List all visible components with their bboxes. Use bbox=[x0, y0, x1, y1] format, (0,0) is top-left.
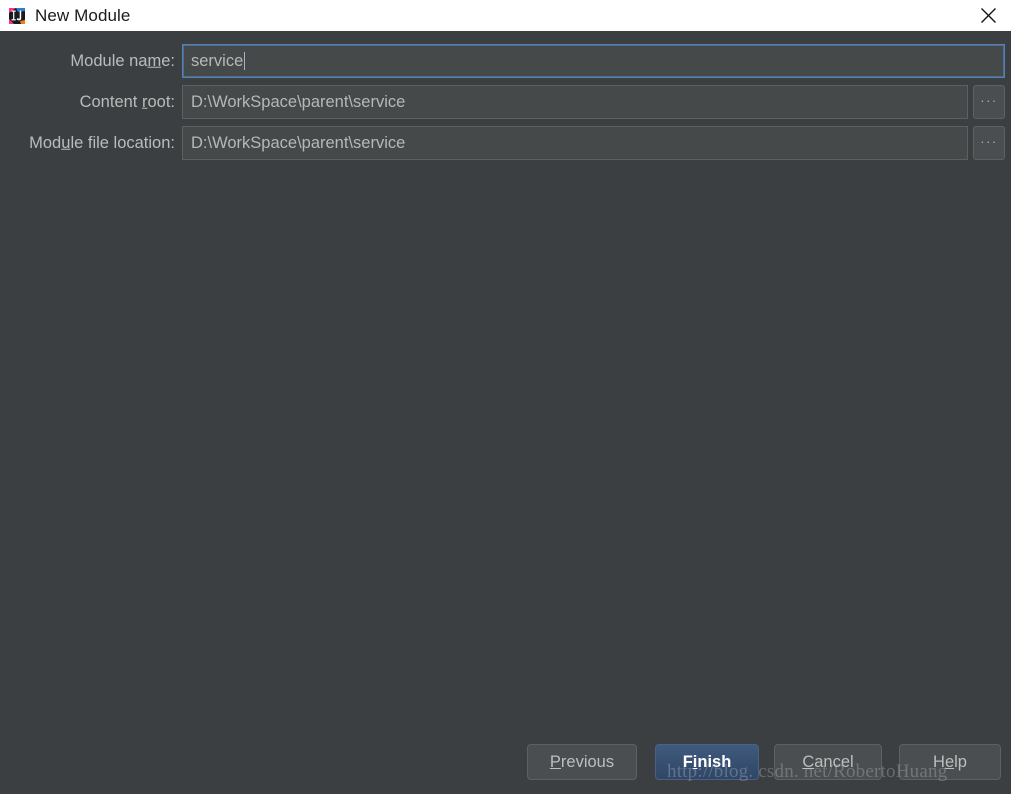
ellipsis-icon: ··· bbox=[980, 93, 998, 108]
module-name-label-wrap: Module name: bbox=[0, 44, 182, 78]
content-root-label: Content root: bbox=[79, 92, 175, 111]
module-file-location-input[interactable]: D:\WorkSpace\parent\service bbox=[182, 126, 968, 160]
new-module-dialog: New Module Module name: service Content … bbox=[0, 0, 1011, 794]
form-row-module-name: Module name: service bbox=[0, 44, 1011, 78]
module-name-label: Module name: bbox=[70, 51, 175, 70]
content-root-label-wrap: Content root: bbox=[0, 85, 182, 119]
cancel-button[interactable]: Cancel bbox=[774, 744, 882, 780]
content-root-input[interactable]: D:\WorkSpace\parent\service bbox=[182, 85, 968, 119]
dialog-body: Module name: service Content root: D:\Wo… bbox=[0, 31, 1011, 794]
text-caret bbox=[244, 52, 246, 70]
help-button[interactable]: He lp bbox=[899, 744, 1001, 780]
module-file-location-label-wrap: Module file location: bbox=[0, 126, 182, 160]
module-name-value: service bbox=[191, 52, 244, 70]
intellij-idea-icon bbox=[8, 7, 26, 25]
module-file-location-browse-button[interactable]: ··· bbox=[973, 126, 1005, 160]
window-title: New Module bbox=[35, 6, 131, 25]
module-file-location-value: D:\WorkSpace\parent\service bbox=[191, 134, 406, 152]
close-icon[interactable] bbox=[965, 0, 1011, 31]
content-root-value: D:\WorkSpace\parent\service bbox=[191, 93, 406, 111]
finish-button[interactable]: Fi nish bbox=[655, 744, 759, 780]
form-row-content-root: Content root: D:\WorkSpace\parent\servic… bbox=[0, 85, 1011, 119]
content-root-browse-button[interactable]: ··· bbox=[973, 85, 1005, 119]
module-name-input[interactable]: service bbox=[182, 44, 1005, 78]
dialog-footer: Previous Fi nish Cancel He lp bbox=[0, 732, 1011, 794]
form-row-module-file-location: Module file location: D:\WorkSpace\paren… bbox=[0, 126, 1011, 160]
module-file-location-label: Module file location: bbox=[29, 133, 175, 152]
previous-button[interactable]: Previous bbox=[527, 744, 637, 780]
title-bar: New Module bbox=[0, 0, 1011, 31]
ellipsis-icon: ··· bbox=[980, 134, 998, 149]
